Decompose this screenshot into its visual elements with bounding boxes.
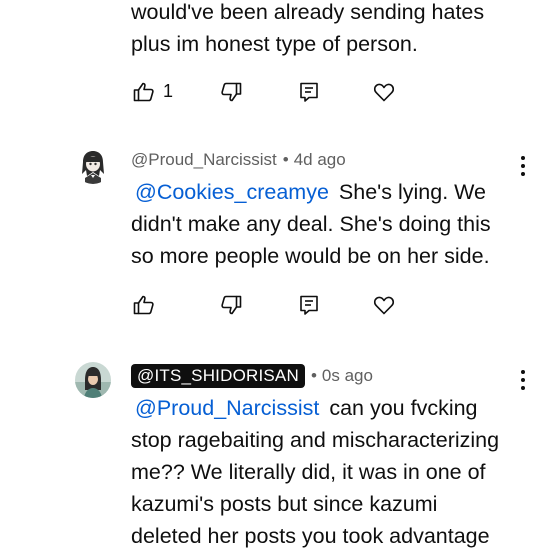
heart-icon [373, 296, 395, 315]
more-vertical-icon [521, 370, 525, 374]
avatar-photo-image [75, 362, 111, 398]
comment-body: @Proud_Narcissist can you fvcking stop ra… [131, 392, 526, 552]
comment-line: @Proud_Narcissist can you fvcking [131, 392, 526, 424]
heart-button[interactable] [371, 292, 397, 318]
thumb-up-icon [133, 295, 154, 315]
meta-separator: • [282, 150, 289, 169]
mention-link[interactable]: @Proud_Narcissist [135, 396, 319, 420]
more-vertical-icon [521, 156, 525, 160]
reply-icon [300, 295, 318, 315]
like-button[interactable] [131, 292, 157, 318]
more-options-button[interactable] [515, 368, 531, 392]
comment-line: me?? We literally did, it was in one of [131, 460, 486, 484]
avatar[interactable] [75, 362, 111, 398]
comment-line: @Cookies_creamye She's lying. We [131, 176, 526, 208]
like-count: 1 [163, 81, 174, 101]
comment-line: would've been already sending hates [131, 0, 485, 24]
comment-meta: @Proud_Narcissist • 4d ago [131, 150, 346, 170]
heart-button[interactable] [371, 79, 397, 105]
comment-author[interactable]: @ITS_SHIDORISAN [131, 364, 305, 388]
comment-body: @Cookies_creamye She's lying. We didn't m… [131, 176, 526, 272]
comment-line: plus im honest type of person. [131, 32, 418, 56]
comment-meta: @ITS_SHIDORISAN • 0s ago [131, 364, 373, 388]
comment-line: stop ragebaiting and mischaracterizing [131, 428, 500, 452]
avatar-anime-character-image [75, 148, 111, 184]
like-button[interactable] [131, 79, 157, 105]
avatar[interactable] [75, 148, 111, 184]
heart-icon [373, 83, 395, 102]
reply-button[interactable] [296, 79, 322, 105]
reply-button[interactable] [296, 292, 322, 318]
comment-time: 0s ago [321, 366, 373, 385]
comment-time: 4d ago [293, 150, 346, 169]
comment-body: would've been already sending hates plus… [131, 0, 526, 60]
reply-icon [300, 82, 318, 102]
comment-text: can you fvcking [329, 396, 478, 420]
more-options-button[interactable] [515, 154, 531, 178]
meta-separator: • [310, 366, 317, 385]
comment-line: kazumi's posts but since kazumi [131, 492, 438, 516]
thumb-down-icon [221, 82, 242, 102]
dislike-button[interactable] [218, 79, 244, 105]
thumb-up-icon [133, 82, 154, 102]
dislike-button[interactable] [218, 292, 244, 318]
mention-link[interactable]: @Cookies_creamye [135, 180, 329, 204]
comment-text: She's lying. We [338, 180, 487, 204]
thumb-down-icon [221, 295, 242, 315]
comment-line: so more people would be on her side. [131, 244, 490, 268]
comment-line: deleted her posts you took advantage [131, 524, 490, 548]
comment-author[interactable]: @Proud_Narcissist [131, 150, 277, 170]
comment-line: didn't make any deal. She's doing this [131, 212, 491, 236]
